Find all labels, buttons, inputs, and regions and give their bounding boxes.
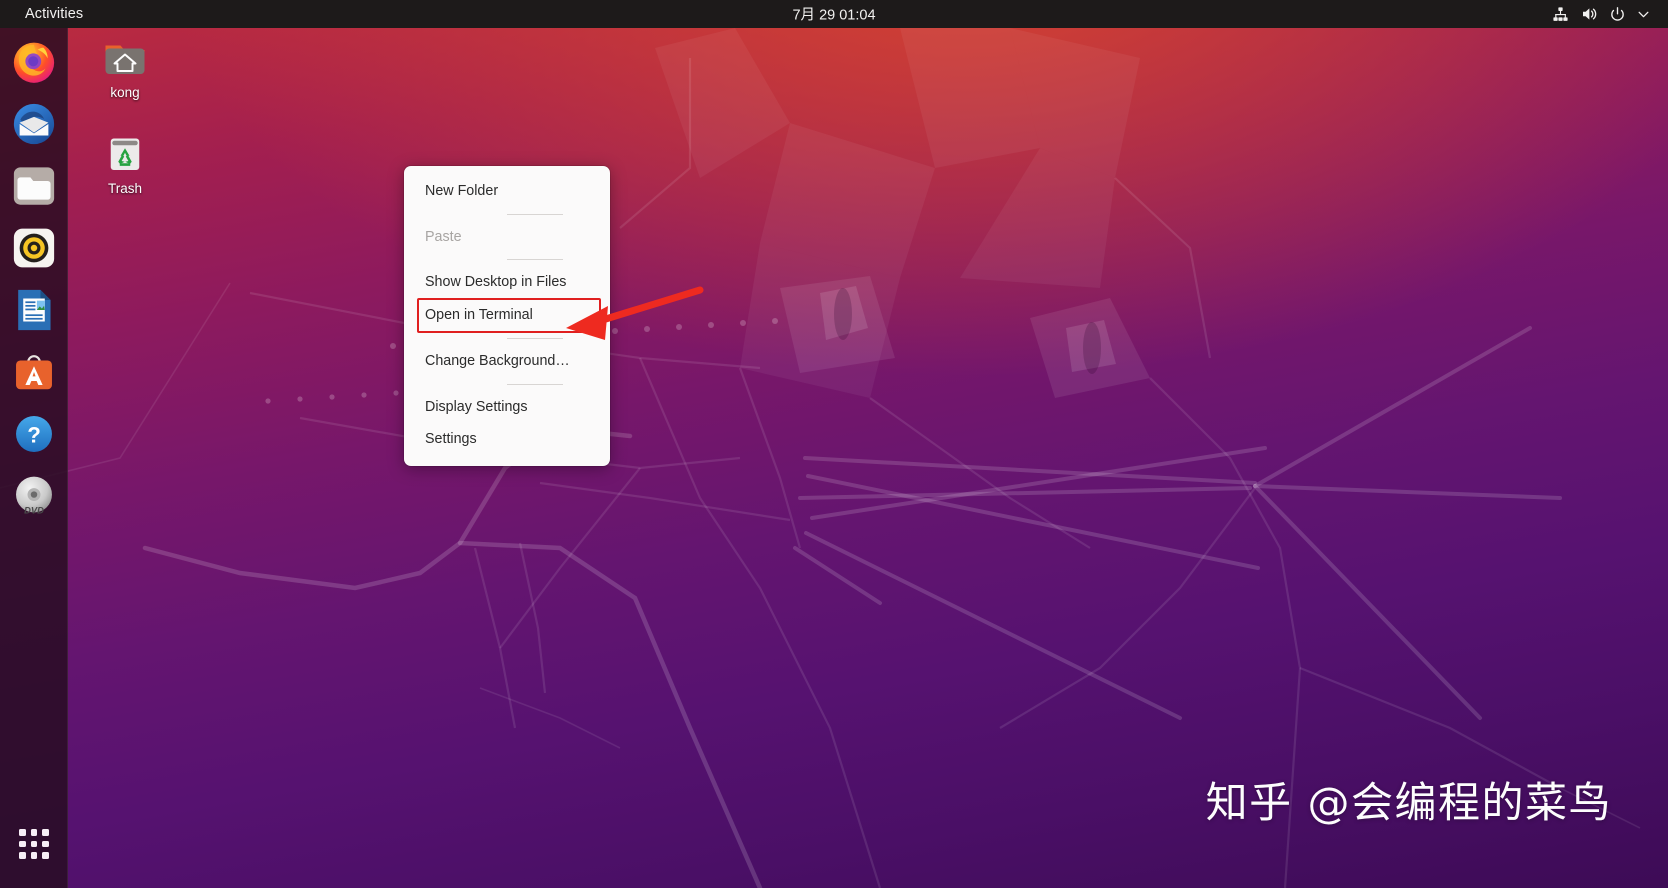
activities-button[interactable]: Activities (16, 3, 92, 25)
menu-separator (507, 213, 563, 215)
menu-item-paste: Paste (425, 228, 462, 245)
system-status-menu[interactable] (1544, 0, 1658, 28)
desktop-icon-home-folder[interactable]: kong (82, 32, 168, 101)
top-bar: Activities 7月 29 01:04 (0, 0, 1668, 28)
dock-item-ubuntu-software[interactable] (8, 346, 60, 398)
favorites-dock: ? DVD (0, 28, 68, 888)
desktop-context-menu: New Folder Paste Show Desktop in Files O… (404, 166, 610, 467)
chevron-down-icon (1637, 8, 1650, 21)
desktop-screen: Activities 7月 29 01:04 ? DVD kong Trash … (0, 0, 1668, 888)
thunderbird-icon (13, 103, 55, 145)
ubuntu-software-icon (16, 355, 52, 390)
dvd-disc-icon: DVD (16, 476, 52, 515)
home-folder-icon (105, 45, 145, 74)
firefox-icon (13, 42, 55, 83)
menu-item-new-folder[interactable]: New Folder (404, 175, 610, 208)
grid-dot (19, 852, 26, 859)
power-icon (1609, 6, 1626, 23)
menu-item-settings[interactable]: Settings (404, 423, 610, 456)
zhihu-watermark: 知乎 @会编程的菜鸟 (1205, 778, 1612, 827)
menu-item-show-desktop-in-files[interactable]: Show Desktop in Files (404, 266, 610, 299)
dock-item-libreoffice-writer[interactable] (8, 284, 60, 336)
dock-item-rhythmbox[interactable] (8, 222, 60, 274)
grid-dot (42, 829, 49, 836)
grid-dot (30, 852, 38, 859)
menu-item-display-settings[interactable]: Display Settings (404, 391, 610, 424)
help-icon: ? (16, 416, 52, 452)
menu-separator (507, 259, 563, 261)
menu-item-change-background[interactable]: Change Background… (404, 345, 610, 378)
libreoffice-writer-icon (18, 289, 51, 331)
volume-icon (1580, 5, 1598, 23)
grid-dot (30, 829, 38, 836)
show-applications-button[interactable] (12, 822, 56, 866)
trash-icon (110, 138, 140, 170)
grid-dot (19, 840, 26, 848)
desktop-wallpaper[interactable] (0, 28, 1668, 888)
desktop-icon-label: kong (110, 85, 140, 100)
grid-dot (19, 829, 26, 836)
clock-datetime[interactable]: 7月 29 01:04 (783, 1, 884, 28)
grid-dot (42, 840, 49, 848)
dock-item-thunderbird[interactable] (8, 98, 60, 150)
dock-item-dvd-disc[interactable]: DVD (8, 470, 60, 522)
grid-dot (42, 852, 49, 859)
dock-item-firefox[interactable] (8, 36, 60, 88)
svg-text:?: ? (27, 423, 41, 448)
menu-separator (507, 383, 563, 385)
desktop-icon-label: Trash (107, 181, 142, 196)
svg-text:DVD: DVD (24, 505, 44, 515)
network-wired-icon (1552, 6, 1569, 23)
menu-separator (507, 337, 563, 339)
wallpaper-polygon-art (0, 28, 1641, 888)
grid-dot (30, 840, 38, 848)
files-folder-icon (13, 167, 55, 205)
dock-item-help[interactable]: ? (8, 408, 60, 460)
menu-item-open-in-terminal[interactable]: Open in Terminal (417, 298, 601, 333)
dock-item-files[interactable] (8, 160, 60, 212)
desktop-icon-trash[interactable]: Trash (82, 128, 168, 197)
rhythmbox-icon (13, 228, 55, 268)
